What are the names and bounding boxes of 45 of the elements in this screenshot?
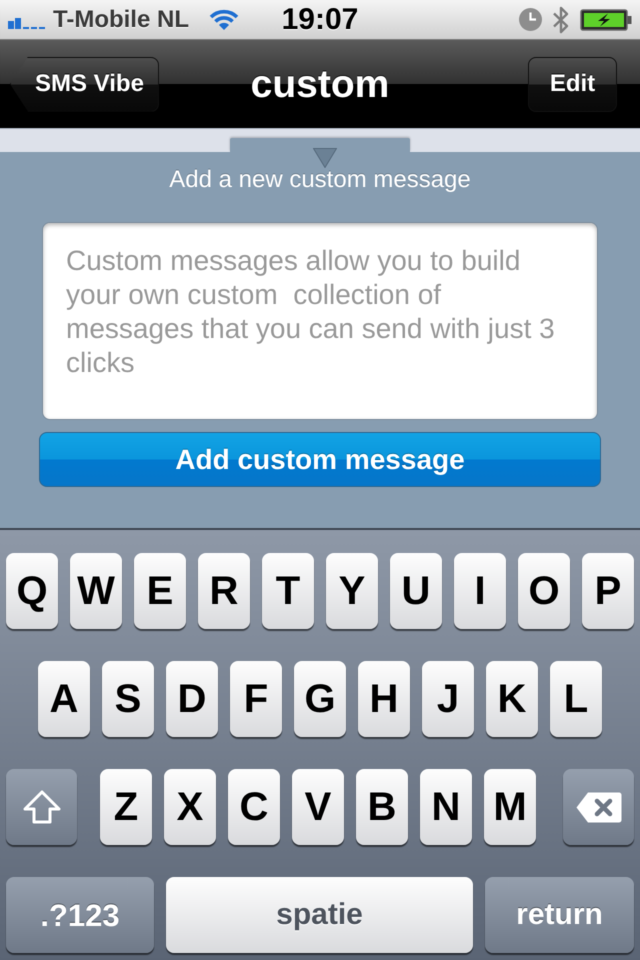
shift-icon: [22, 790, 60, 824]
letter-key[interactable]: R: [198, 553, 250, 629]
letter-key[interactable]: Y: [326, 553, 378, 629]
letter-key[interactable]: P: [582, 553, 634, 629]
letter-key[interactable]: J: [422, 661, 474, 737]
carrier-name: T-Mobile NL: [53, 8, 189, 32]
back-button[interactable]: SMS Vibe: [10, 56, 159, 112]
shift-key[interactable]: [6, 769, 77, 845]
delete-icon: [576, 792, 622, 822]
letter-key[interactable]: V: [292, 769, 344, 845]
letter-key[interactable]: W: [70, 553, 122, 629]
letter-key[interactable]: D: [166, 661, 218, 737]
letter-key[interactable]: M: [484, 769, 536, 845]
panel-heading: Add a new custom message: [169, 168, 471, 192]
letter-key[interactable]: O: [518, 553, 570, 629]
clock-icon: [519, 8, 542, 31]
bluetooth-icon: [552, 4, 570, 34]
letter-key[interactable]: K: [486, 661, 538, 737]
letter-key[interactable]: F: [230, 661, 282, 737]
letter-key[interactable]: A: [38, 661, 90, 737]
letter-key[interactable]: G: [294, 661, 346, 737]
letter-key[interactable]: L: [550, 661, 602, 737]
letter-key[interactable]: U: [390, 553, 442, 629]
letter-key[interactable]: B: [356, 769, 408, 845]
letter-key[interactable]: Z: [100, 769, 152, 845]
wifi-icon: [208, 9, 239, 30]
signal-icon: [8, 16, 46, 28]
message-field[interactable]: Custom messages allow you to build your own custom collection of messages that you can send with just 3 clicks: [42, 222, 598, 420]
battery-icon: [580, 8, 632, 30]
clock-time: 19:07: [282, 4, 358, 34]
triangle-icon: [313, 148, 337, 168]
edit-button[interactable]: Edit: [528, 56, 617, 112]
letter-key[interactable]: T: [262, 553, 314, 629]
space-key[interactable]: spatie: [166, 877, 473, 953]
add-custom-message-button[interactable]: Add custom message: [39, 432, 601, 487]
letter-key[interactable]: S: [102, 661, 154, 737]
letter-key[interactable]: Q: [6, 553, 58, 629]
letter-key[interactable]: C: [228, 769, 280, 845]
screen-title: custom: [250, 64, 390, 104]
letter-key[interactable]: E: [134, 553, 186, 629]
delete-key[interactable]: [563, 769, 634, 845]
letter-key[interactable]: N: [420, 769, 472, 845]
letter-key[interactable]: X: [164, 769, 216, 845]
letter-key[interactable]: I: [454, 553, 506, 629]
letter-key[interactable]: H: [358, 661, 410, 737]
